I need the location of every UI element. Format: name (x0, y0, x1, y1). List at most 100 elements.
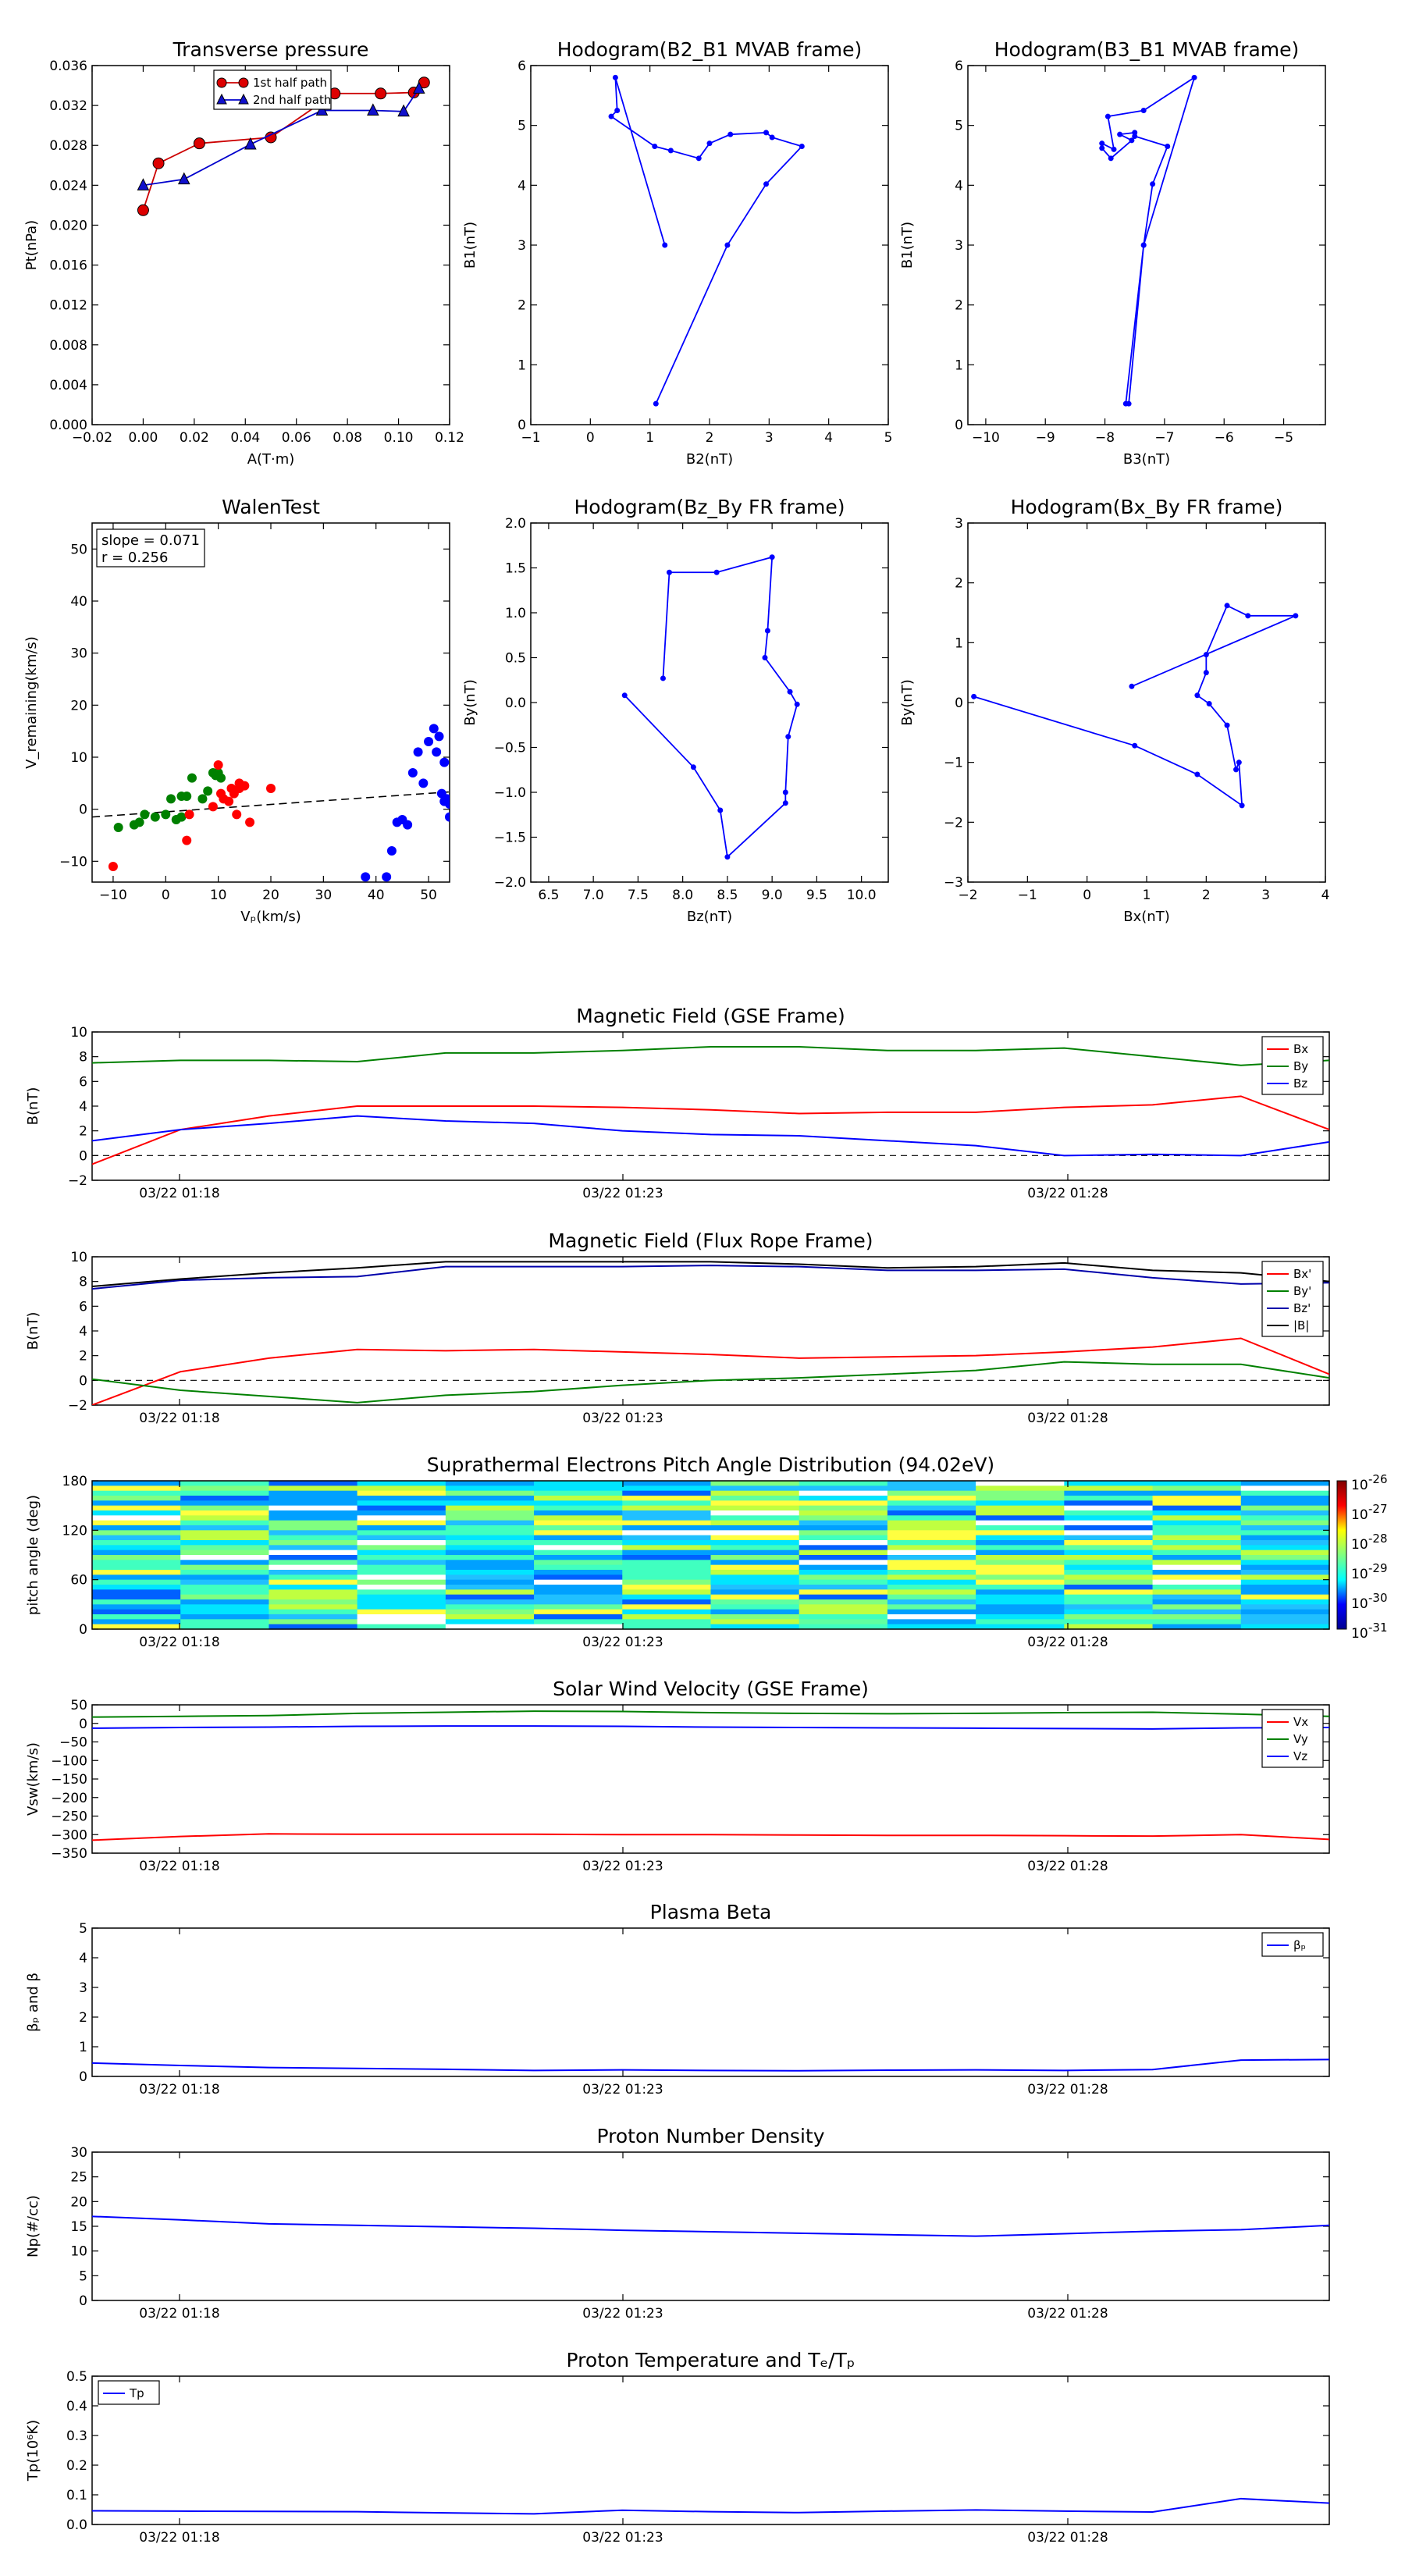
heat-cell (887, 1579, 976, 1585)
heat-cell (357, 1520, 446, 1526)
heat-cell (357, 1550, 446, 1556)
heat-cell (976, 1574, 1065, 1581)
heat-cell (534, 1505, 623, 1511)
data-point (445, 799, 450, 809)
colorbar-exponent: -27 (1368, 1502, 1388, 1516)
heat-cell (622, 1540, 712, 1546)
y-tick-label: 8 (79, 1275, 87, 1290)
y-tick-label: −3 (944, 875, 963, 891)
heat-cell (710, 1510, 800, 1516)
heat-cell (622, 1510, 712, 1516)
data-point (177, 172, 190, 185)
heat-cell (445, 1485, 535, 1492)
x-tick-label: 5 (884, 430, 893, 446)
x-tick-label: 03/22 01:28 (1027, 2530, 1108, 2546)
heat-cell (92, 1589, 181, 1596)
data-point (161, 809, 171, 820)
colorbar-bar (1336, 1480, 1347, 1630)
heat-cell (622, 1555, 712, 1560)
plot-area (971, 603, 1299, 809)
x-tick-label: 03/22 01:23 (582, 2530, 663, 2546)
chart-title: Hodogram(Bx_By FR frame) (1011, 496, 1283, 518)
heat-cell (710, 1579, 800, 1585)
heat-cell (710, 1530, 800, 1536)
heat-cell (534, 1579, 623, 1585)
heat-cell (887, 1574, 976, 1581)
chart-title: Solar Wind Velocity (GSE Frame) (553, 1678, 869, 1700)
heat-cell (1064, 1619, 1154, 1625)
heat-cell (1064, 1555, 1154, 1560)
heat-cell (92, 1550, 181, 1556)
x-tick-label: 03/22 01:28 (1027, 1186, 1108, 1201)
heat-cell (269, 1619, 358, 1625)
data-point (1132, 742, 1138, 749)
series-line (92, 1710, 1329, 1718)
heat-cell (357, 1510, 446, 1516)
heat-cell (710, 1481, 800, 1486)
data-point (1150, 181, 1156, 187)
heat-cell (1152, 1540, 1242, 1546)
heat-cell (445, 1585, 535, 1590)
series-line (610, 77, 803, 404)
heat-cell (710, 1500, 800, 1507)
x-tick-label: 8.0 (672, 888, 693, 903)
heat-cell (1240, 1555, 1330, 1560)
x-tick-label: 03/22 01:28 (1027, 2082, 1108, 2097)
heat-cell (445, 1481, 535, 1486)
heat-cell (710, 1490, 800, 1496)
heat-cell (92, 1500, 181, 1507)
heat-cell (976, 1520, 1065, 1526)
heat-cell (1152, 1490, 1242, 1496)
x-tick-label: 4 (1321, 888, 1330, 903)
heat-cell (269, 1570, 358, 1575)
heat-cell (357, 1619, 446, 1625)
heatmap-cells (92, 1481, 1330, 1630)
heat-cell (357, 1564, 446, 1571)
heat-cell (357, 1589, 446, 1596)
data-point (612, 74, 618, 80)
heat-cell (1240, 1545, 1330, 1551)
heat-cell (180, 1540, 270, 1546)
heat-cell (799, 1579, 888, 1585)
heat-cell (710, 1550, 800, 1556)
heat-cell (1152, 1510, 1242, 1516)
heat-cell (92, 1490, 181, 1496)
heat-cell (799, 1515, 888, 1521)
data-point (1224, 722, 1230, 728)
x-tick-label: 3 (765, 430, 774, 446)
heat-cell (887, 1619, 976, 1625)
y-tick-label: 40 (70, 594, 87, 610)
y-tick-label: 0.028 (49, 138, 87, 154)
heat-cell (445, 1525, 535, 1531)
heat-cell (92, 1585, 181, 1590)
y-tick-label: 4 (955, 178, 963, 194)
heat-cell (710, 1515, 800, 1521)
heat-cell (887, 1585, 976, 1590)
heat-cell (1240, 1560, 1330, 1566)
y-tick-label: 15 (70, 2219, 87, 2235)
heat-cell (92, 1619, 181, 1625)
heat-cell (799, 1594, 888, 1600)
heat-cell (710, 1589, 800, 1596)
heat-cell (534, 1550, 623, 1556)
x-tick-label: 03/22 01:18 (139, 1411, 219, 1426)
heat-cell (92, 1555, 181, 1560)
heat-cell (622, 1585, 712, 1590)
heat-cell (1240, 1500, 1330, 1507)
series-line (92, 1725, 1329, 1730)
y-tick-label: 6 (79, 1074, 87, 1090)
heat-cell (799, 1619, 888, 1625)
heat-cell (357, 1505, 446, 1511)
data-point (764, 628, 770, 634)
heat-cell (534, 1585, 623, 1590)
data-point (432, 747, 442, 757)
heat-cell (1152, 1550, 1242, 1556)
heat-cell (710, 1555, 800, 1560)
heat-cell (534, 1619, 623, 1625)
data-point (434, 731, 444, 742)
legend-marker (238, 77, 249, 88)
y-axis-label: By(nT) (462, 679, 478, 725)
data-point (690, 764, 696, 770)
legend: βₚ (1261, 1932, 1324, 1957)
heat-cell (1152, 1485, 1242, 1492)
